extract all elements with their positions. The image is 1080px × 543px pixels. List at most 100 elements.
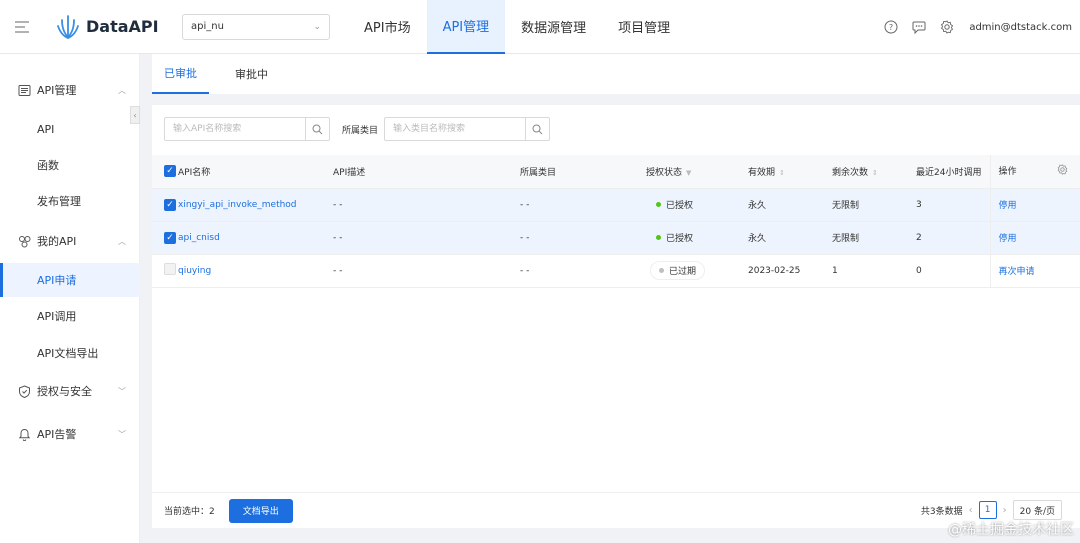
message-icon[interactable]	[911, 19, 927, 35]
dataapi-logo-icon	[57, 14, 79, 39]
table-header-row: ✓ API名称 API描述 所属类目 授权状态 ▼ 有效期 ⇕ 剩余次数 ⇕ 最近24…	[152, 155, 1080, 189]
sidebar-group-my-api[interactable]: 我的API ︿	[0, 225, 140, 257]
api-desc: - -	[333, 188, 520, 222]
col-header-status[interactable]: 授权状态 ▼	[646, 155, 748, 189]
api-search-box	[164, 117, 330, 141]
nav-project-management[interactable]: 项目管理	[602, 0, 686, 54]
tab-pending[interactable]: 审批中	[223, 54, 280, 94]
search-icon[interactable]	[525, 118, 549, 140]
selection-count-value: 2	[209, 507, 215, 517]
nav-api-management[interactable]: API管理	[426, 0, 506, 54]
chevron-down-icon: ﹀	[118, 386, 126, 396]
api-category: - -	[520, 254, 646, 288]
menu-toggle-icon[interactable]	[0, 0, 44, 54]
total-count: 共3条数据	[920, 506, 963, 517]
app-logo[interactable]: DataAPI	[56, 14, 166, 40]
api-name-link[interactable]: xingyi_api_invoke_method	[178, 188, 333, 222]
api-table-panel: 所属类目 ✓ API名称 API描述	[152, 105, 1080, 527]
sidebar-item-api-apply[interactable]: API申请	[0, 263, 140, 297]
col-header-remaining-label: 剩余次数	[832, 167, 869, 178]
page-number[interactable]: 1	[978, 501, 997, 519]
tab-approved[interactable]: 已审批	[152, 54, 209, 94]
nav-datasource-management[interactable]: 数据源管理	[505, 0, 602, 54]
header-actions: ? admin@dtstack.com	[883, 0, 1072, 54]
status-label: 已授权	[666, 201, 694, 211]
sort-icon[interactable]: ⇕	[872, 169, 878, 177]
svg-text:?: ?	[889, 23, 893, 32]
validity: 2023-02-25	[748, 254, 832, 288]
sidebar-item-api-invoke[interactable]: API调用	[0, 299, 140, 333]
category-filter-label: 所属类目	[342, 125, 379, 136]
sidebar: ‹ API管理 ︿ API 函数 发布管理 我的API ︿ API申请 API调…	[0, 54, 140, 543]
validity: 永久	[748, 188, 832, 222]
api-category: - -	[520, 221, 646, 255]
col-header-remaining[interactable]: 剩余次数 ⇕	[832, 155, 916, 189]
column-settings-icon[interactable]	[1057, 164, 1068, 178]
sidebar-group-api-alert[interactable]: API告警 ﹀	[0, 418, 140, 450]
api-search-input[interactable]	[165, 118, 305, 140]
table-row[interactable]: qiuying - - - - 已过期 2023-02-25 1 0 再次申请	[152, 254, 1080, 288]
top-nav: API市场 API管理 数据源管理 项目管理	[348, 0, 686, 54]
bell-icon	[18, 428, 31, 441]
sidebar-item-functions[interactable]: 函数	[0, 148, 140, 182]
reapply-action[interactable]: 再次申请	[989, 254, 1080, 288]
top-header: DataAPI api_nu ⌄ API市场 API管理 数据源管理 项目管理 …	[0, 0, 1080, 54]
watermark: @稀土掘金技术社区	[948, 522, 1074, 538]
main-content: 已审批 审批中 所属类目	[152, 54, 1080, 543]
pagination: 共3条数据 ‹ 1 › 20 条/页	[921, 500, 1062, 520]
export-docs-button[interactable]: 文档导出	[228, 498, 293, 523]
disable-action[interactable]: 停用	[989, 221, 1080, 255]
my-api-icon	[19, 235, 31, 247]
col-header-status-label: 授权状态	[646, 167, 683, 178]
sidebar-group-label: API告警	[37, 428, 77, 441]
nav-api-market[interactable]: API市场	[348, 0, 427, 54]
chevron-up-icon: ︿	[118, 85, 126, 95]
chevron-up-icon: ︿	[118, 236, 126, 246]
api-table: ✓ API名称 API描述 所属类目 授权状态 ▼ 有效期 ⇕ 剩余次数 ⇕ 最近24…	[152, 155, 1080, 288]
project-select[interactable]: api_nu ⌄	[182, 13, 330, 40]
row-checkbox-disabled	[164, 263, 176, 275]
sidebar-group-api-management[interactable]: API管理 ︿	[0, 74, 140, 106]
status-label: 已授权	[666, 234, 694, 244]
col-header-actions: 操作	[989, 155, 1080, 189]
select-all-checkbox[interactable]: ✓	[164, 165, 176, 178]
chevron-down-icon: ﹀	[118, 429, 126, 439]
page-size-select[interactable]: 20 条/页	[1012, 500, 1062, 520]
category-search-input[interactable]	[385, 118, 526, 140]
user-account[interactable]: admin@dtstack.com	[969, 22, 1072, 33]
api-list-icon	[18, 84, 31, 96]
sidebar-item-api-doc-export[interactable]: API文档导出	[0, 336, 140, 370]
table-row[interactable]: ✓ xingyi_api_invoke_method - - - - 已授权 永…	[152, 188, 1080, 222]
row-checkbox[interactable]: ✓	[164, 198, 176, 211]
selection-count: 当前选中：2	[164, 504, 215, 517]
auth-status: 已授权	[646, 221, 748, 255]
app-root: DataAPI api_nu ⌄ API市场 API管理 数据源管理 项目管理 …	[0, 0, 1080, 543]
sidebar-item-api[interactable]: API	[0, 112, 140, 146]
category-search-box	[384, 117, 551, 141]
remaining-count: 1	[832, 254, 916, 288]
sidebar-item-publish[interactable]: 发布管理	[0, 184, 140, 218]
api-desc: - -	[333, 221, 520, 255]
api-name-link[interactable]: api_cnisd	[178, 221, 333, 255]
search-icon[interactable]	[305, 118, 329, 140]
status-label: 已过期	[669, 267, 697, 277]
col-header-category: 所属类目	[520, 155, 646, 189]
col-header-name: API名称	[178, 155, 333, 189]
remaining-count: 无限制	[832, 221, 916, 255]
next-page-icon[interactable]: ›	[1003, 505, 1007, 516]
prev-page-icon[interactable]: ‹	[969, 505, 973, 516]
row-checkbox[interactable]: ✓	[164, 231, 176, 244]
table-row[interactable]: ✓ api_cnisd - - - - 已授权 永久 无限制 2 停用	[152, 221, 1080, 255]
table-footer: 当前选中：2 文档导出 共3条数据 ‹ 1 › 20 条/页	[152, 492, 1080, 528]
sidebar-group-auth-security[interactable]: 授权与安全 ﹀	[0, 375, 140, 407]
col-header-validity[interactable]: 有效期 ⇕	[748, 155, 832, 189]
status-dot	[656, 235, 661, 240]
status-dot	[659, 268, 664, 273]
settings-icon[interactable]	[939, 19, 955, 35]
auth-status: 已过期	[646, 254, 748, 288]
filter-icon[interactable]: ▼	[686, 169, 691, 177]
disable-action[interactable]: 停用	[989, 188, 1080, 222]
help-icon[interactable]: ?	[883, 19, 899, 35]
api-name-link[interactable]: qiuying	[178, 254, 333, 288]
sort-icon[interactable]: ⇕	[779, 169, 785, 177]
